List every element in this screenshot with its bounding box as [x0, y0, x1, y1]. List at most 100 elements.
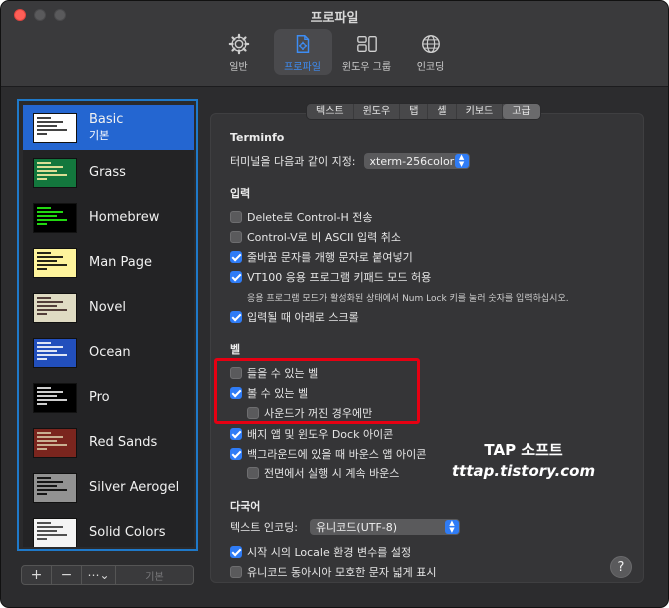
text-encoding-row: 텍스트 인코딩: 유니코드(UTF-8) ▲ ▼ — [230, 519, 460, 535]
toolbar-window-groups[interactable]: 윈도우 그룹 — [338, 29, 396, 75]
profile-icon — [296, 35, 309, 53]
vt100-keypad-label: VT100 응용 프로그램 키패드 모드 허용 — [247, 271, 432, 284]
tab-tab[interactable]: 탭 — [400, 104, 429, 119]
east-asian-wide-label: 유니코드 동아시아 모호한 문자 넓게 표시 — [247, 566, 437, 579]
profile-text: Pro — [89, 390, 110, 406]
delete-sends-ctrl-h-row[interactable]: Delete로 Control-H 전송 — [230, 209, 373, 225]
bounce-foreground-label: 전면에서 실행 시 계속 바운스 — [264, 467, 400, 480]
delete-sends-ctrl-h-checkbox[interactable] — [230, 211, 242, 223]
profile-item[interactable]: Man Page — [23, 240, 194, 285]
profile-text: Man Page — [89, 255, 152, 271]
text-encoding-label: 텍스트 인코딩: — [230, 521, 298, 534]
bounce-background-row[interactable]: 백그라운드에 있을 때 바운스 앱 아이콘 — [230, 446, 426, 462]
help-button[interactable]: ? — [610, 556, 632, 578]
paste-newlines-row[interactable]: 줄바꿈 문자를 개행 문자로 붙여넣기 — [230, 249, 413, 265]
profile-item[interactable]: Silver Aerogel — [23, 465, 194, 510]
profile-text: Silver Aerogel — [89, 480, 179, 496]
profile-tabs: 텍스트 윈도우 탭 셸 키보드 고급 — [306, 103, 541, 120]
declare-terminal-row: 터미널을 다음과 같이 지정: xterm-256color ▲ ▼ — [230, 153, 470, 169]
declare-terminal-label: 터미널을 다음과 같이 지정: — [230, 155, 356, 168]
profile-name: Pro — [89, 389, 110, 405]
paste-newlines-checkbox[interactable] — [230, 251, 242, 263]
profile-item[interactable]: Red Sands — [23, 420, 194, 465]
profile-preview-thumbnail — [33, 382, 77, 413]
scroll-on-input-checkbox[interactable] — [230, 311, 242, 323]
toolbar-profiles[interactable]: 프로파일 — [273, 29, 332, 75]
profile-name: Ocean — [89, 344, 131, 360]
text-encoding-select[interactable]: 유니코드(UTF-8) ▲ ▼ — [309, 519, 460, 535]
terminal-type-value: xterm-256color — [369, 154, 455, 168]
profile-list[interactable]: Basic 기본 Grass Homebrew Man Page Novel Ocean Pr… — [23, 105, 194, 547]
bounce-foreground-checkbox[interactable] — [247, 467, 259, 479]
toolbar-window-groups-label: 윈도우 그룹 — [341, 62, 392, 73]
globe-icon — [421, 35, 440, 53]
paste-newlines-label: 줄바꿈 문자를 개행 문자로 붙여넣기 — [247, 251, 413, 264]
profile-name: Basic — [89, 111, 124, 127]
scroll-on-input-label: 입력될 때 아래로 스크롤 — [247, 311, 359, 324]
vt100-keypad-checkbox[interactable] — [230, 271, 242, 283]
east-asian-wide-checkbox[interactable] — [230, 566, 242, 578]
badge-dock-checkbox[interactable] — [230, 428, 242, 440]
text-encoding-value: 유니코드(UTF-8) — [315, 521, 398, 534]
profile-item[interactable]: Basic 기본 — [23, 105, 194, 150]
vt100-keypad-row[interactable]: VT100 응용 프로그램 키패드 모드 허용 — [230, 269, 431, 285]
profile-actions-menu-button[interactable]: ⋯⌄ — [82, 566, 116, 584]
profile-item[interactable]: Homebrew — [23, 195, 194, 240]
toolbar-encodings-label: 인코딩 — [416, 62, 445, 73]
escape-non-ascii-checkbox[interactable] — [230, 231, 242, 243]
profile-item[interactable]: Grass — [23, 150, 194, 195]
tab-keyboard[interactable]: 키보드 — [457, 104, 504, 119]
delete-sends-ctrl-h-label: Delete로 Control-H 전송 — [247, 211, 373, 224]
profile-text: Solid Colors — [89, 525, 166, 541]
escape-non-ascii-row[interactable]: Control-V로 비 ASCII 입력 취소 — [230, 229, 401, 245]
bounce-background-checkbox[interactable] — [230, 448, 242, 460]
set-locale-label: 시작 시의 Locale 환경 변수를 설정 — [247, 546, 412, 559]
profile-list-frame: Basic 기본 Grass Homebrew Man Page Novel Ocean Pr… — [17, 99, 198, 551]
bounce-foreground-row[interactable]: 전면에서 실행 시 계속 바운스 — [247, 465, 399, 481]
window-groups-icon — [356, 35, 377, 53]
profile-item[interactable]: Ocean — [23, 330, 194, 375]
toolbar-general[interactable]: 일반 — [210, 29, 268, 75]
add-profile-button[interactable]: + — [22, 566, 52, 584]
profile-text: Grass — [89, 165, 126, 181]
gear-icon — [228, 33, 249, 55]
tab-shell[interactable]: 셸 — [428, 104, 457, 119]
toolbar-profiles-label: 프로파일 — [284, 62, 321, 73]
profile-preview-thumbnail — [33, 292, 77, 323]
badge-dock-row[interactable]: 배지 앱 및 윈도우 Dock 아이콘 — [230, 426, 393, 442]
profile-text: Homebrew — [89, 210, 159, 226]
profile-default-label: 기본 — [89, 128, 110, 142]
profiles-window: 프로파일 일반 프로파일 윈도우 그룹 인코딩 Basic 기본 Grass H… — [0, 0, 669, 608]
profile-name: Homebrew — [89, 209, 160, 225]
tab-advanced[interactable]: 고급 — [503, 104, 540, 119]
terminal-type-select[interactable]: xterm-256color ▲ ▼ — [363, 153, 470, 169]
keypad-note: 응용 프로그램 모드가 활성화된 상태에서 Num Lock 키를 눌러 숫자를… — [247, 294, 569, 304]
set-locale-row[interactable]: 시작 시의 Locale 환경 변수를 설정 — [230, 544, 411, 560]
profile-item[interactable]: Novel — [23, 285, 194, 330]
title-bar: 프로파일 일반 프로파일 윈도우 그룹 인코딩 — [1, 1, 668, 87]
toolbar-encodings[interactable]: 인코딩 — [402, 29, 460, 75]
profile-item[interactable]: Solid Colors — [23, 510, 194, 547]
profile-text: Ocean — [89, 345, 131, 361]
profile-preview-thumbnail — [33, 472, 77, 503]
scroll-on-input-row[interactable]: 입력될 때 아래로 스크롤 — [230, 309, 359, 325]
tab-text[interactable]: 텍스트 — [307, 104, 354, 119]
escape-non-ascii-label: Control-V로 비 ASCII 입력 취소 — [247, 231, 401, 244]
east-asian-wide-row[interactable]: 유니코드 동아시아 모호한 문자 넓게 표시 — [230, 564, 437, 580]
profile-text: Red Sands — [89, 435, 157, 451]
profile-preview-thumbnail — [33, 202, 77, 233]
profile-text: Basic 기본 — [89, 112, 123, 144]
tab-window[interactable]: 윈도우 — [354, 104, 401, 119]
watermark: TAP 소프트 tttap.tistory.com — [452, 439, 595, 480]
remove-profile-button[interactable]: − — [52, 566, 82, 584]
set-default-button[interactable]: 기본 — [116, 566, 193, 584]
profile-name: Grass — [89, 164, 126, 180]
profile-preview-thumbnail — [33, 427, 77, 458]
profile-preview-thumbnail — [33, 517, 77, 547]
profile-preview-thumbnail — [33, 337, 77, 368]
set-locale-checkbox[interactable] — [230, 546, 242, 558]
profile-item[interactable]: Pro — [23, 375, 194, 420]
bounce-background-label: 백그라운드에 있을 때 바운스 앱 아이콘 — [247, 448, 427, 461]
profile-list-controls: + − ⋯⌄ 기본 — [21, 565, 194, 585]
preferences-toolbar: 일반 프로파일 윈도우 그룹 인코딩 — [1, 29, 668, 75]
